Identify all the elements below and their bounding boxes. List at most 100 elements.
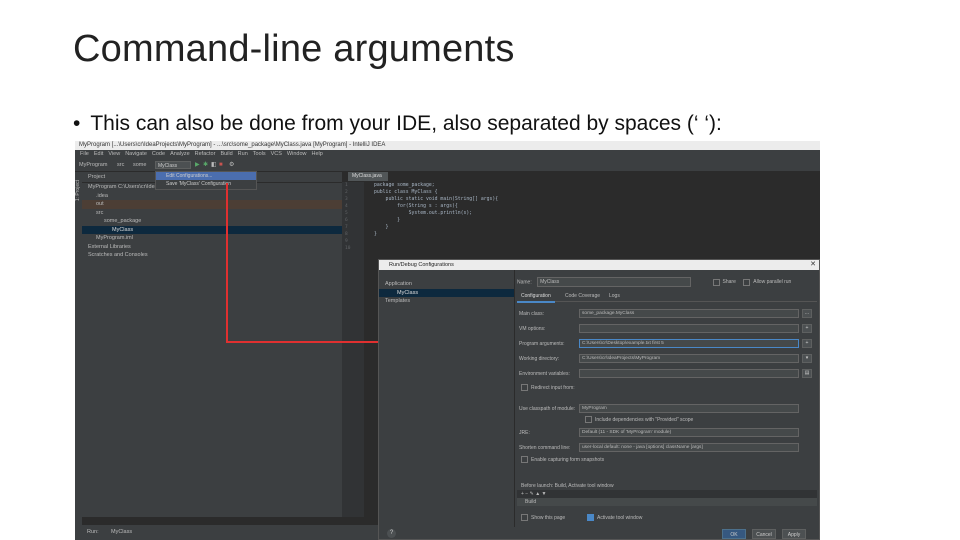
code-line: }	[374, 225, 389, 230]
dialog-title-text: Run/Debug Configurations	[389, 262, 454, 268]
code-line: for(String s : args){	[374, 204, 458, 209]
main-class-input[interactable]: some_package.MyClass	[579, 309, 799, 318]
redirect-input-checkbox[interactable]: Redirect input from:	[521, 384, 575, 392]
tree-item-myclass[interactable]: MyClass	[82, 225, 342, 234]
expand-button[interactable]: +	[802, 324, 812, 333]
env-vars-input[interactable]	[579, 369, 799, 378]
show-page-checkbox[interactable]: Show this page	[521, 514, 565, 522]
activate-tool-checkbox[interactable]: Activate tool window	[587, 514, 642, 522]
settings-icon[interactable]: ⚙	[229, 161, 235, 169]
tree-item-scratches[interactable]: Scratches and Consoles	[82, 251, 342, 260]
tree-item-iml[interactable]: MyProgram.iml	[82, 234, 342, 243]
edit-configurations-item[interactable]: Edit Configurations...	[156, 172, 256, 180]
menu-edit[interactable]: Edit	[94, 151, 103, 157]
working-directory-input[interactable]: C:\Users\cr\IdeaProjects\MyProgram	[579, 354, 799, 363]
shorten-label: Shorten command line:	[519, 445, 571, 451]
code-line: public static void main(String[] args){	[374, 197, 499, 202]
working-directory-label: Working directory:	[519, 356, 560, 362]
breadcrumb-package[interactable]: some	[133, 161, 146, 169]
main-class-field: Main class: some_package.MyClass...	[517, 309, 817, 319]
program-arguments-input[interactable]: C:\Users\cr\Desktop\example.txt first 5	[579, 339, 799, 348]
run-icon[interactable]: ▶	[195, 161, 201, 169]
vm-options-input[interactable]	[579, 324, 799, 333]
menu-help[interactable]: Help	[311, 151, 322, 157]
dialog-footer: ? OK Cancel Apply	[379, 527, 819, 540]
menu-refactor[interactable]: Refactor	[195, 151, 216, 157]
menu-navigate[interactable]: Navigate	[125, 151, 147, 157]
breadcrumb-project[interactable]: MyProgram	[79, 161, 107, 169]
stop-icon[interactable]: ■	[219, 161, 225, 169]
shorten-field: Shorten command line: user-local default:…	[517, 443, 817, 453]
tab-logs[interactable]: Logs	[605, 292, 624, 301]
expand-button[interactable]: +	[802, 339, 812, 348]
tree-item-some-package[interactable]: some_package	[82, 217, 342, 226]
provided-scope-label: Include dependencies with "Provided" sco…	[595, 417, 694, 423]
before-launch-section: Before launch: Build, Activate tool wind…	[517, 482, 817, 512]
bullet-point: • This can also be done from your IDE, al…	[73, 112, 722, 136]
save-configuration-item[interactable]: Save 'MyClass' Configuration	[156, 180, 256, 188]
project-tool-label[interactable]: 1: Project	[75, 180, 81, 201]
editor-tab[interactable]: MyClass.java	[348, 172, 388, 181]
shorten-select[interactable]: user-local default: none - java [options…	[579, 443, 799, 452]
line-numbers: 1 2 3 4 5 6 7 8 9 10	[345, 183, 351, 251]
build-item[interactable]: Build	[517, 498, 817, 506]
annotation-line-vertical	[226, 183, 228, 343]
before-launch-header[interactable]: Before launch: Build, Activate tool wind…	[517, 482, 817, 490]
config-tree-templates[interactable]: Templates	[379, 297, 514, 306]
apply-button[interactable]: Apply	[782, 529, 806, 539]
tree-item-external-libraries[interactable]: External Libraries	[82, 243, 342, 252]
tree-item-src[interactable]: src	[82, 209, 342, 218]
parallel-label: Allow parallel run	[753, 279, 792, 286]
config-tree: Application MyClass Templates	[379, 270, 515, 527]
code-line: public class MyClass {	[374, 190, 438, 195]
name-label: Name:	[517, 279, 532, 286]
tool-window-strip: 1: Project	[75, 172, 82, 540]
menu-view[interactable]: View	[108, 151, 120, 157]
close-icon[interactable]: ✕	[810, 260, 816, 270]
program-arguments-field: Program arguments: C:\Users\cr\Desktop\ex…	[517, 339, 817, 349]
config-tree-myclass[interactable]: MyClass	[379, 288, 514, 297]
config-tree-application[interactable]: Application	[379, 280, 514, 289]
provided-scope-checkbox[interactable]: Include dependencies with "Provided" sco…	[585, 416, 693, 424]
ok-button[interactable]: OK	[722, 529, 746, 539]
env-vars-label: Environment variables:	[519, 371, 570, 377]
menu-code[interactable]: Code	[152, 151, 165, 157]
coverage-icon[interactable]: ◧	[211, 161, 217, 169]
name-input[interactable]: MyClass	[537, 277, 692, 287]
bullet-text: This can also be done from your IDE, als…	[90, 112, 722, 135]
menu-file[interactable]: File	[80, 151, 89, 157]
menu-vcs[interactable]: VCS	[271, 151, 282, 157]
menu-tools[interactable]: Tools	[253, 151, 266, 157]
run-tab[interactable]: MyClass	[111, 529, 132, 535]
program-arguments-label: Program arguments:	[519, 341, 565, 347]
tree-item-idea[interactable]: .idea	[82, 192, 342, 201]
ide-screenshot: MyProgram [...\Users\cr\IdeaProjects\MyP…	[75, 141, 820, 540]
browse-button[interactable]: ...	[802, 309, 812, 318]
parallel-checkbox[interactable]: Allow parallel run	[743, 278, 792, 286]
menu-build[interactable]: Build	[220, 151, 232, 157]
before-launch-toolbar[interactable]: + − ✎ ▲ ▼	[517, 490, 817, 498]
cancel-button[interactable]: Cancel	[752, 529, 776, 539]
snapshots-checkbox[interactable]: Enable capturing form snapshots	[521, 456, 604, 464]
tab-code-coverage[interactable]: Code Coverage	[561, 292, 604, 301]
menu-analyze[interactable]: Analyze	[170, 151, 190, 157]
slide-title: Command-line arguments	[73, 28, 515, 70]
working-directory-field: Working directory: C:\Users\cr\IdeaProjec…	[517, 354, 817, 364]
debug-icon[interactable]: ✱	[203, 161, 209, 169]
vm-options-label: VM options:	[519, 326, 546, 332]
breadcrumb-src[interactable]: src	[117, 161, 124, 169]
tree-item-out[interactable]: out	[82, 200, 342, 209]
classpath-select[interactable]: MyProgram	[579, 404, 799, 413]
help-icon[interactable]: ?	[387, 529, 396, 538]
share-checkbox[interactable]: Share	[712, 278, 736, 286]
menu-window[interactable]: Window	[287, 151, 307, 157]
redirect-input-label: Redirect input from:	[531, 385, 575, 391]
folder-button[interactable]: ▾	[802, 354, 812, 363]
env-edit-button[interactable]: ▤	[802, 369, 812, 378]
code-area[interactable]: package some_package; public class MyClas…	[374, 182, 498, 238]
menu-run[interactable]: Run	[238, 151, 248, 157]
run-config-select[interactable]: MyClass	[155, 161, 191, 169]
tab-configuration[interactable]: Configuration	[517, 292, 555, 303]
dialog-title: Run/Debug Configurations ✕	[379, 260, 819, 270]
jre-select[interactable]: Default (11 - SDK of 'MyProgram' module)	[579, 428, 799, 437]
